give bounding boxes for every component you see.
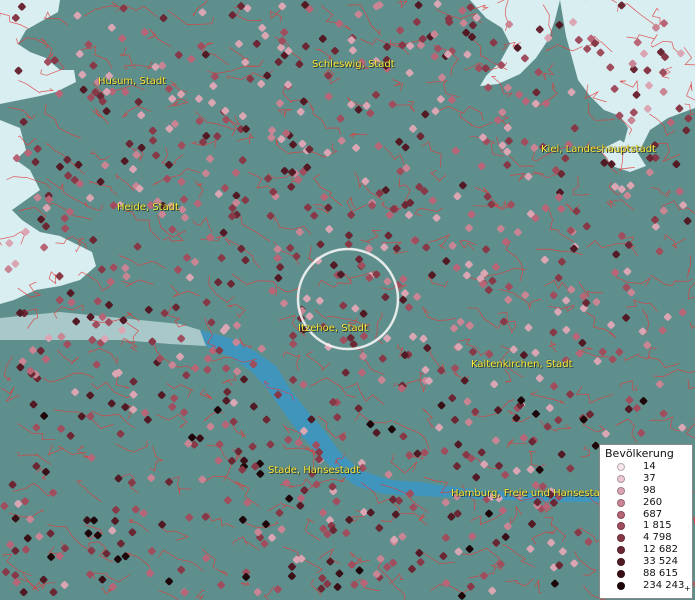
legend-swatch [617, 534, 625, 543]
legend-label: 12 682 [643, 544, 678, 556]
legend-item: 98 [600, 485, 692, 497]
legend-label: 687 [643, 508, 663, 520]
legend-item: 14 [600, 461, 692, 473]
legend-label: 88 615 [643, 568, 678, 580]
legend-label: 37 [643, 472, 656, 484]
city-label-kiel[interactable]: Kiel, Landeshauptstadt [541, 144, 656, 155]
legend-swatch [617, 474, 625, 483]
legend-swatch [617, 570, 625, 579]
legend-item: 687 [600, 509, 692, 521]
legend-label: 1 815 [643, 520, 672, 532]
legend-title: Bevölkerung [605, 447, 674, 460]
city-label-itzehoe[interactable]: Itzehoe, Stadt [298, 323, 368, 334]
legend-item: 88 615 [600, 568, 692, 580]
legend-label: 4 798 [643, 532, 672, 544]
legend-overflow-mark: + [684, 584, 691, 593]
legend-item: 12 682 [600, 544, 692, 556]
legend-item: 1 815 [600, 520, 692, 532]
legend-swatch [617, 498, 625, 507]
city-label-schleswig[interactable]: Schleswig, Stadt [312, 59, 395, 70]
legend-items: 14 37 98 260 687 1 815 4 798 12 682 33 524 88 615… [600, 461, 692, 592]
city-label-stade[interactable]: Stade, Hansestadt [268, 465, 360, 476]
city-label-hamburg[interactable]: Hamburg, Freie und Hansestadt [451, 488, 610, 499]
legend-swatch [617, 546, 625, 555]
legend-item: 260 [600, 497, 692, 509]
legend-label: 33 524 [643, 556, 678, 568]
legend-swatch [617, 463, 625, 471]
legend-swatch [617, 510, 625, 519]
legend-swatch [617, 486, 625, 495]
legend-label: 14 [643, 461, 656, 472]
legend-label: 260 [643, 496, 663, 508]
legend-item: 4 798 [600, 532, 692, 544]
legend-swatch [617, 558, 625, 567]
legend-item: 37 [600, 473, 692, 485]
legend-swatch [617, 522, 625, 531]
legend-item: 33 524 [600, 556, 692, 568]
legend-label: 98 [643, 484, 656, 496]
legend-item: 234 243 [600, 580, 692, 592]
city-label-kaltenkirchen[interactable]: Kaltenkirchen, Stadt [471, 359, 573, 370]
city-label-husum[interactable]: Husum, Stadt [98, 76, 166, 87]
population-legend: Bevölkerung 14 37 98 260 687 1 815 4 798 12 682… [599, 444, 693, 599]
legend-swatch [617, 581, 625, 590]
population-map[interactable] [0, 0, 695, 600]
city-label-heide[interactable]: Heide, Stadt [117, 202, 179, 213]
legend-label: 234 243 [643, 579, 685, 591]
